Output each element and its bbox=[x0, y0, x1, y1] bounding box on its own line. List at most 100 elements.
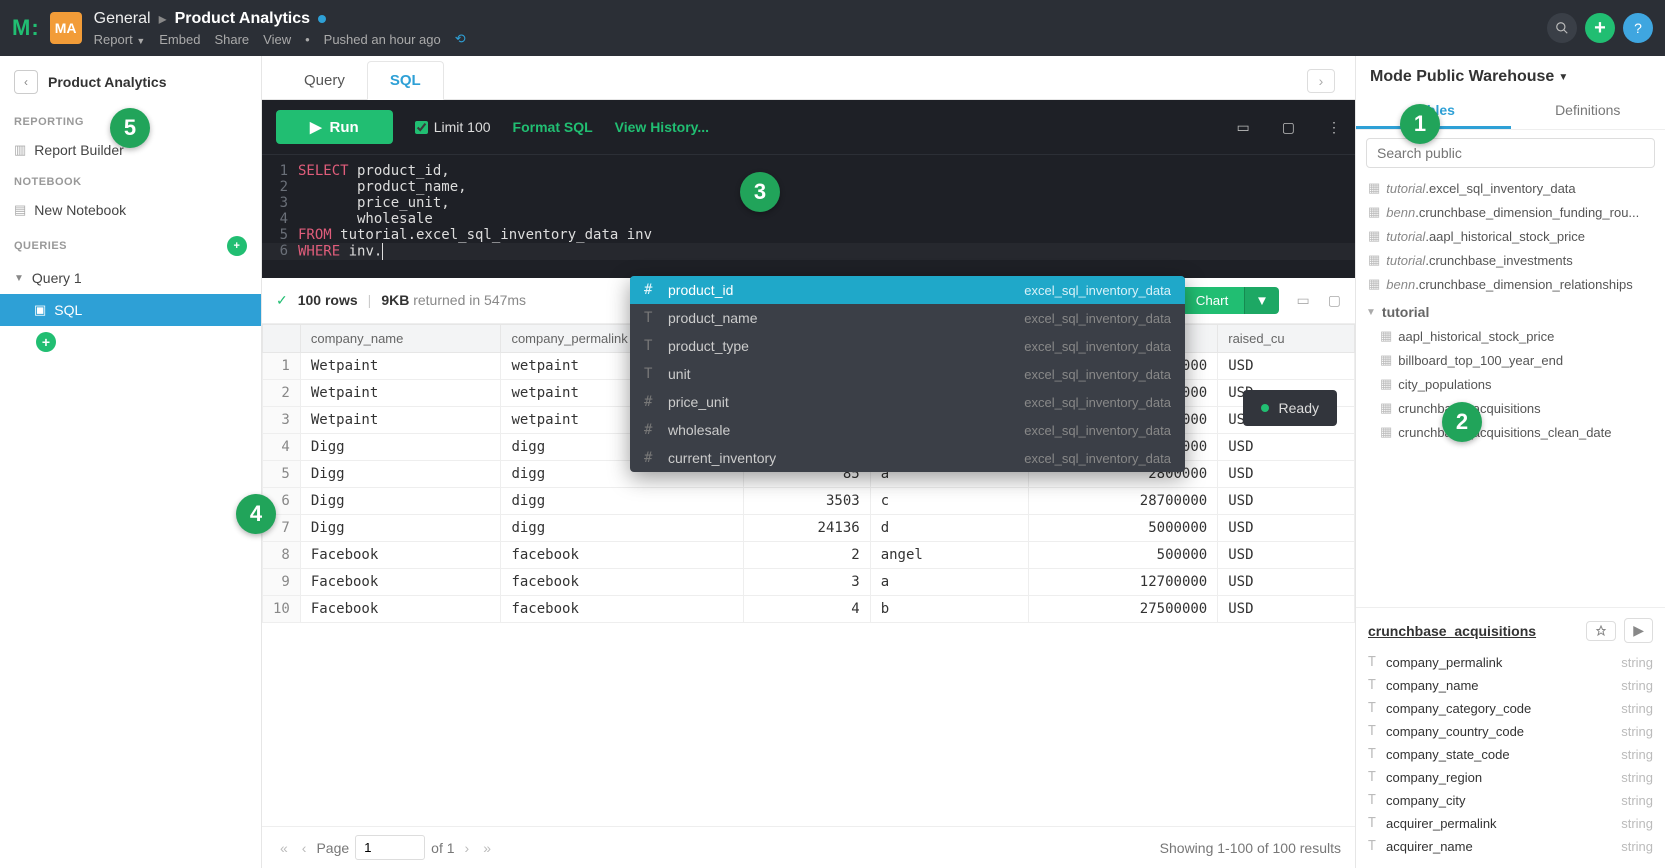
table-row[interactable]: 7Diggdigg24136d5000000USD bbox=[263, 514, 1355, 541]
editor-tabs: Query SQL › bbox=[262, 56, 1355, 100]
menu-embed[interactable]: Embed bbox=[159, 32, 200, 47]
schema-column[interactable]: Tcompany_regionstring bbox=[1368, 766, 1653, 789]
search-button[interactable] bbox=[1547, 13, 1577, 43]
add-subitem-button[interactable]: + bbox=[36, 332, 56, 352]
sql-icon: ▣ bbox=[34, 302, 46, 318]
format-sql-link[interactable]: Format SQL bbox=[513, 119, 593, 135]
pin-button[interactable] bbox=[1586, 621, 1616, 641]
table-header[interactable] bbox=[263, 324, 301, 352]
tab-sql[interactable]: SQL bbox=[367, 61, 444, 100]
recent-table[interactable]: ▦benn.crunchbase_dimension_relationships bbox=[1356, 272, 1665, 296]
table-icon: ▦ bbox=[1380, 400, 1392, 416]
schema-column[interactable]: Tacquirer_permalinkstring bbox=[1368, 812, 1653, 835]
autocomplete-item[interactable]: Tunitexcel_sql_inventory_data bbox=[630, 360, 1185, 388]
schema-detail: crunchbase_acquisitions ▶ Tcompany_perma… bbox=[1356, 607, 1665, 868]
chart-dropdown[interactable]: ▼ bbox=[1244, 287, 1278, 314]
table-row[interactable]: 9Facebookfacebook3a12700000USD bbox=[263, 568, 1355, 595]
rp-tab-definitions[interactable]: Definitions bbox=[1511, 94, 1665, 129]
page-prev[interactable]: ‹ bbox=[298, 840, 311, 856]
code-area[interactable]: 1SELECT product_id, 2 product_name, 3 pr… bbox=[262, 155, 1355, 278]
schema-table[interactable]: ▦city_populations bbox=[1356, 372, 1665, 396]
sync-icon[interactable]: ⟲ bbox=[455, 31, 466, 47]
sidebar-item-sql[interactable]: ▣ SQL bbox=[0, 294, 261, 326]
schema-group[interactable]: ▼tutorial bbox=[1356, 296, 1665, 324]
schema-column[interactable]: Tcompany_namestring bbox=[1368, 674, 1653, 697]
page-input[interactable] bbox=[355, 835, 425, 860]
table-row[interactable]: 6Diggdigg3503c28700000USD bbox=[263, 487, 1355, 514]
table-icon: ▦ bbox=[1380, 424, 1392, 440]
chevron-down-icon: ▼ bbox=[14, 273, 24, 284]
check-icon: ✓ bbox=[276, 292, 288, 309]
table-header[interactable]: company_name bbox=[300, 324, 501, 352]
mode-logo[interactable]: M: bbox=[12, 15, 40, 41]
schema-table[interactable]: ▦crunchbase_acquisitions bbox=[1356, 396, 1665, 420]
recent-table[interactable]: ▦tutorial.aapl_historical_stock_price bbox=[1356, 224, 1665, 248]
maximize-results-icon[interactable]: ▢ bbox=[1328, 292, 1341, 309]
preview-button[interactable]: ▶ bbox=[1624, 618, 1653, 643]
autocomplete-item[interactable]: Tproduct_typeexcel_sql_inventory_data bbox=[630, 332, 1185, 360]
chart-button[interactable]: Chart ▼ bbox=[1180, 287, 1279, 314]
tab-query[interactable]: Query bbox=[282, 62, 367, 99]
schema-table[interactable]: ▦crunchbase_acquisitions_clean_date bbox=[1356, 420, 1665, 444]
sidebar-item-query1[interactable]: ▼ Query 1 bbox=[0, 262, 261, 294]
schema-search-input[interactable] bbox=[1366, 138, 1655, 168]
schema-column[interactable]: Tcompany_state_codestring bbox=[1368, 743, 1653, 766]
chevron-down-icon: ▼ bbox=[1558, 72, 1568, 83]
view-history-link[interactable]: View History... bbox=[615, 119, 709, 135]
topbar: M: MA General ▸ Product Analytics Report… bbox=[0, 0, 1665, 56]
schema-column[interactable]: Tcompany_country_codestring bbox=[1368, 720, 1653, 743]
schema-column[interactable]: Tcompany_citystring bbox=[1368, 789, 1653, 812]
run-button[interactable]: ▶ Run bbox=[276, 110, 393, 144]
callout-1: 1 bbox=[1400, 104, 1440, 144]
recent-table[interactable]: ▦tutorial.excel_sql_inventory_data bbox=[1356, 176, 1665, 200]
new-button[interactable]: + bbox=[1585, 13, 1615, 43]
back-button[interactable]: ‹ bbox=[14, 70, 38, 94]
warehouse-selector[interactable]: Mode Public Warehouse ▼ bbox=[1356, 56, 1665, 94]
schema-column[interactable]: Tacquirer_namestring bbox=[1368, 835, 1653, 858]
autocomplete-item[interactable]: #wholesaleexcel_sql_inventory_data bbox=[630, 416, 1185, 444]
schema-table[interactable]: ▦aapl_historical_stock_price bbox=[1356, 324, 1665, 348]
limit-checkbox[interactable]: Limit 100 bbox=[415, 119, 491, 135]
page-next[interactable]: › bbox=[461, 840, 474, 856]
maximize-icon[interactable]: ▢ bbox=[1282, 119, 1295, 136]
schema-column[interactable]: Tcompany_permalinkstring bbox=[1368, 651, 1653, 674]
table-icon: ▦ bbox=[1368, 204, 1380, 220]
table-row[interactable]: 10Facebookfacebook4b27500000USD bbox=[263, 595, 1355, 622]
sidebar-item-new-notebook[interactable]: ▤ New Notebook bbox=[0, 194, 261, 226]
schema-table[interactable]: ▦billboard_top_100_year_end bbox=[1356, 348, 1665, 372]
menu-share[interactable]: Share bbox=[214, 32, 249, 47]
breadcrumb-root[interactable]: General bbox=[94, 10, 151, 28]
tab-next-button[interactable]: › bbox=[1307, 69, 1335, 93]
page-last[interactable]: » bbox=[479, 840, 495, 856]
table-icon: ▦ bbox=[1368, 180, 1380, 196]
help-button[interactable]: ? bbox=[1623, 13, 1653, 43]
recent-table[interactable]: ▦benn.crunchbase_dimension_funding_rou..… bbox=[1356, 200, 1665, 224]
autocomplete-item[interactable]: #price_unitexcel_sql_inventory_data bbox=[630, 388, 1185, 416]
breadcrumb-leaf[interactable]: Product Analytics bbox=[175, 10, 310, 28]
minimize-results-icon[interactable]: ▭ bbox=[1297, 292, 1310, 309]
minimize-icon[interactable]: ▭ bbox=[1237, 119, 1250, 136]
schema-table-name[interactable]: crunchbase_acquisitions bbox=[1368, 623, 1536, 639]
avatar[interactable]: MA bbox=[50, 12, 82, 44]
schema-column[interactable]: Tcompany_category_codestring bbox=[1368, 697, 1653, 720]
more-icon[interactable]: ⋮ bbox=[1327, 119, 1341, 136]
autocomplete-item[interactable]: #product_idexcel_sql_inventory_data bbox=[630, 276, 1185, 304]
limit-checkbox-input[interactable] bbox=[415, 121, 428, 134]
menu-report[interactable]: Report ▼ bbox=[94, 32, 146, 47]
callout-5: 5 bbox=[110, 108, 150, 148]
page-first[interactable]: « bbox=[276, 840, 292, 856]
table-row[interactable]: 8Facebookfacebook2angel500000USD bbox=[263, 541, 1355, 568]
chevron-down-icon: ▼ bbox=[136, 36, 145, 46]
unsaved-dot-icon bbox=[318, 15, 326, 23]
menu-view[interactable]: View bbox=[263, 32, 291, 47]
autocomplete-item[interactable]: Tproduct_nameexcel_sql_inventory_data bbox=[630, 304, 1185, 332]
autocomplete-item[interactable]: #current_inventoryexcel_sql_inventory_da… bbox=[630, 444, 1185, 472]
notebook-icon: ▤ bbox=[14, 202, 26, 218]
sidebar-section-notebook: NOTEBOOK bbox=[0, 166, 261, 194]
table-icon: ▦ bbox=[1368, 228, 1380, 244]
table-header[interactable]: raised_cu bbox=[1218, 324, 1355, 352]
chevron-down-icon: ▼ bbox=[1366, 307, 1376, 318]
sql-editor: ▶ Run Limit 100 Format SQL View History.… bbox=[262, 100, 1355, 278]
recent-table[interactable]: ▦tutorial.crunchbase_investments bbox=[1356, 248, 1665, 272]
add-query-button[interactable]: + bbox=[227, 236, 247, 256]
